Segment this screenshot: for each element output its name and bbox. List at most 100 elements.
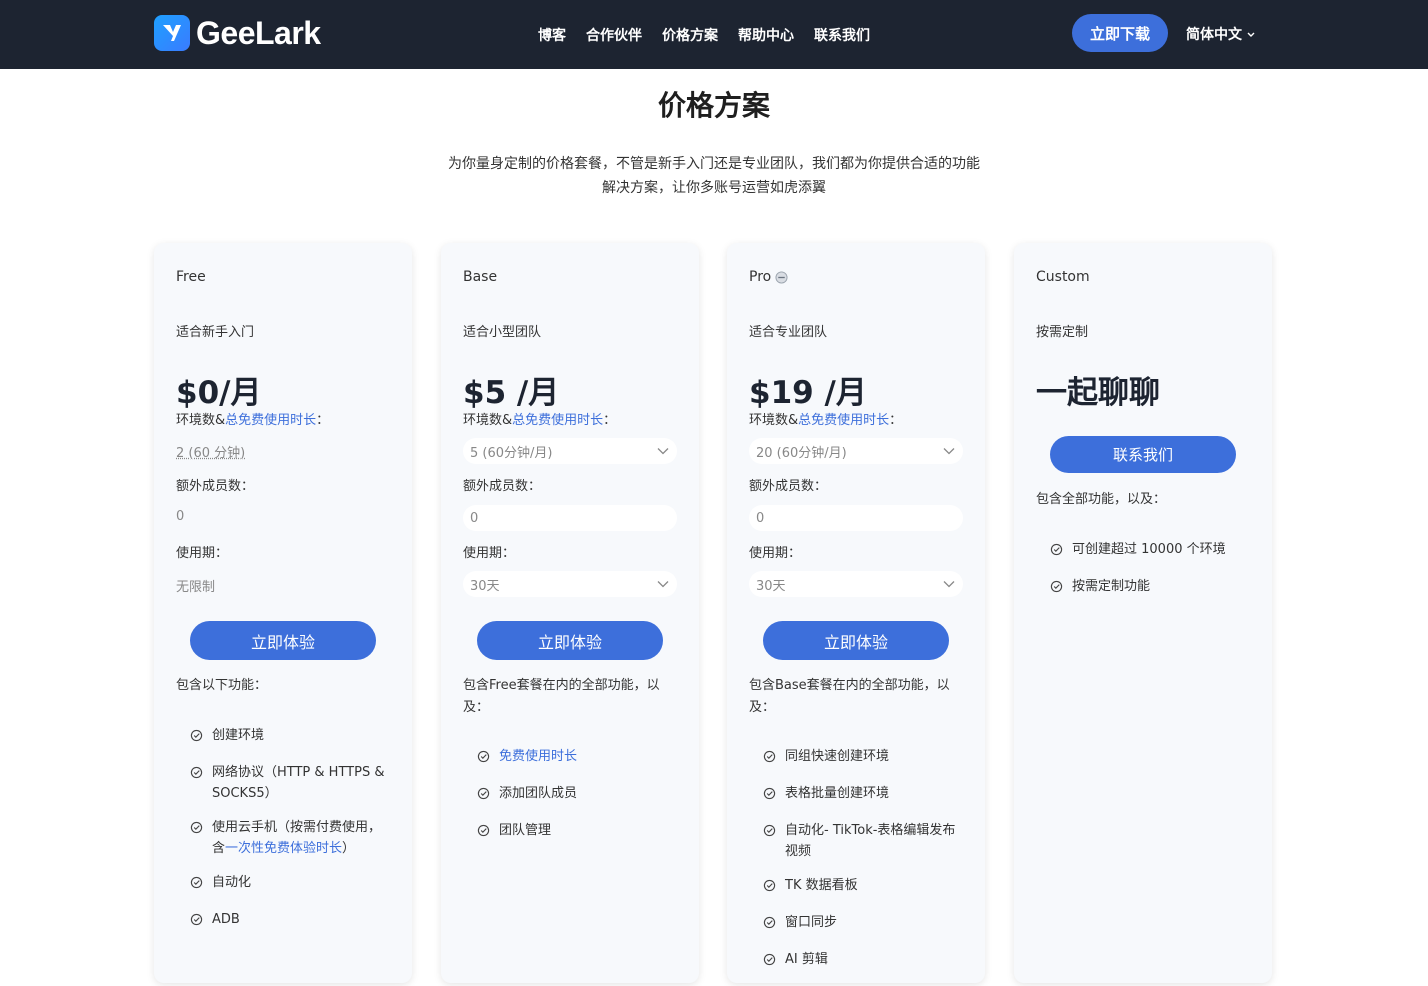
free-trial-duration-link[interactable]: 一次性免费体验时长 [225,841,342,856]
feature-list: 可创建超过 10000 个环境 按需定制功能 [1050,539,1250,613]
logo-icon [154,15,190,51]
plan-name: Free [176,269,206,285]
chevron-down-icon [657,581,669,588]
feature-item: 可创建超过 10000 个环境 [1050,539,1250,563]
pro-badge-icon [775,270,788,284]
env-label: 环境数&总免费使用时长： [749,413,903,428]
nav-pricing[interactable]: 价格方案 [662,25,718,45]
feature-list: 同组快速创建环境 表格批量创建环境 自动化- TikTok-表格编辑发布视频 T… [763,746,963,986]
feature-item: 添加团队成员 [477,783,677,807]
plan-price: $19 /月 [749,375,867,411]
env-select[interactable]: 20 (60分钟/月) [749,438,963,464]
includes-text: 包含Base套餐在内的全部功能，以及： [749,678,950,715]
plan-card-base: Base 适合小型团队 $5 /月 环境数&总免费使用时长： 5 (60分钟/月… [441,243,699,983]
plan-description: 适合小型团队 [463,325,542,340]
feature-item: 创建环境 [190,725,390,749]
feature-item: TK 数据看板 [763,875,963,899]
members-value: 0 [176,509,185,524]
members-label: 额外成员数： [463,479,542,494]
plan-description: 适合专业团队 [749,325,828,340]
check-circle-icon [763,915,785,936]
feature-list: 创建环境 网络协议（HTTP & HTTPS & SOCKS5） 使用云手机（按… [190,725,390,946]
custom-plan-title: 一起聊聊 [1036,375,1160,411]
includes-text: 包含Free套餐在内的全部功能，以及： [463,678,660,715]
members-label: 额外成员数： [176,479,255,494]
check-circle-icon [763,823,785,844]
nav-partners[interactable]: 合作伙伴 [586,25,642,45]
nav-help[interactable]: 帮助中心 [738,25,794,45]
members-input[interactable]: 0 [463,505,677,531]
logo[interactable]: GeeLark [154,14,321,52]
check-circle-icon [763,786,785,807]
feature-item: 窗口同步 [763,912,963,936]
env-label: 环境数&总免费使用时长： [463,413,617,428]
check-circle-icon [477,823,499,844]
top-navbar: GeeLark 博客 合作伙伴 价格方案 帮助中心 联系我们 立即下载 简体中文 [0,0,1428,69]
plan-card-free: Free 适合新手入门 $0/月 环境数&总免费使用时长： 2 (60 分钟) … [154,243,412,983]
feature-item: AI 剪辑 [763,949,963,973]
free-duration-link[interactable]: 免费使用时长 [499,746,577,767]
language-label: 简体中文 [1186,27,1242,43]
check-circle-icon [190,912,212,933]
check-circle-icon [477,786,499,807]
subtitle-line: 为你量身定制的价格套餐，不管是新手入门还是专业团队，我们都为你提供合适的功能 [448,156,980,172]
check-circle-icon [190,765,212,786]
plan-name: Custom [1036,269,1090,285]
main-nav: 博客 合作伙伴 价格方案 帮助中心 联系我们 [538,0,870,69]
logo-text: GeeLark [196,14,321,51]
plan-card-pro: Pro 适合专业团队 $19 /月 环境数&总免费使用时长： 20 (60分钟/… [727,243,985,983]
check-circle-icon [763,749,785,770]
check-circle-icon [1050,579,1072,600]
env-value: 2 (60 分钟) [176,446,246,461]
page-subtitle: 为你量身定制的价格套餐，不管是新手入门还是专业团队，我们都为你提供合适的功能 解… [414,152,1014,200]
period-label: 使用期： [176,546,229,561]
plan-card-custom: Custom 按需定制 一起聊聊 联系我们 包含全部功能，以及： 可创建超过 1… [1014,243,1272,983]
feature-item: 自动化 [190,872,390,896]
feature-item: 网络协议（HTTP & HTTPS & SOCKS5） [190,762,390,804]
free-duration-link[interactable]: 总免费使用时长 [798,413,889,428]
plan-name: Base [463,269,498,285]
feature-item: 使用云手机（按需付费使用，含一次性免费体验时长） [190,817,390,859]
nav-blog[interactable]: 博客 [538,25,566,45]
check-circle-icon [190,820,212,841]
members-input[interactable]: 0 [749,505,963,531]
subtitle-line: 解决方案，让你多账号运营如虎添翼 [602,180,826,196]
chevron-down-icon [657,448,669,455]
check-circle-icon [1050,542,1072,563]
period-value: 无限制 [176,580,216,595]
feature-item: 按需定制功能 [1050,576,1250,600]
try-button[interactable]: 立即体验 [477,621,663,660]
feature-item: 同组快速创建环境 [763,746,963,770]
env-select[interactable]: 5 (60分钟/月) [463,438,677,464]
feature-item: 自动化- TikTok-表格编辑发布视频 [763,820,963,862]
check-circle-icon [477,749,499,770]
plan-name: Pro [749,269,788,285]
includes-text: 包含全部功能，以及： [1036,492,1167,507]
env-label: 环境数&总免费使用时长： [176,413,330,428]
period-select[interactable]: 30天 [463,571,677,597]
feature-item: 免费使用时长 [477,746,677,770]
free-duration-link[interactable]: 总免费使用时长 [225,413,316,428]
try-button[interactable]: 立即体验 [190,621,376,660]
plan-description: 适合新手入门 [176,325,255,340]
chevron-down-icon [943,581,955,588]
feature-list: 免费使用时长 添加团队成员 团队管理 [477,746,677,857]
period-select[interactable]: 30天 [749,571,963,597]
plan-price: $0/月 [176,375,262,411]
check-circle-icon [190,875,212,896]
period-label: 使用期： [749,546,802,561]
feature-item: ADB [190,909,390,933]
contact-us-button[interactable]: 联系我们 [1050,436,1236,473]
page-title: 价格方案 [657,89,770,122]
chevron-down-icon [943,448,955,455]
check-circle-icon [190,728,212,749]
free-duration-link[interactable]: 总免费使用时长 [512,413,603,428]
includes-text: 包含以下功能： [176,678,268,693]
language-selector[interactable]: 简体中文 [1186,24,1256,44]
plan-description: 按需定制 [1036,325,1089,340]
try-button[interactable]: 立即体验 [763,621,949,660]
chevron-down-icon [1247,32,1255,37]
nav-contact[interactable]: 联系我们 [814,25,870,45]
download-button[interactable]: 立即下载 [1072,14,1168,52]
period-label: 使用期： [463,546,516,561]
